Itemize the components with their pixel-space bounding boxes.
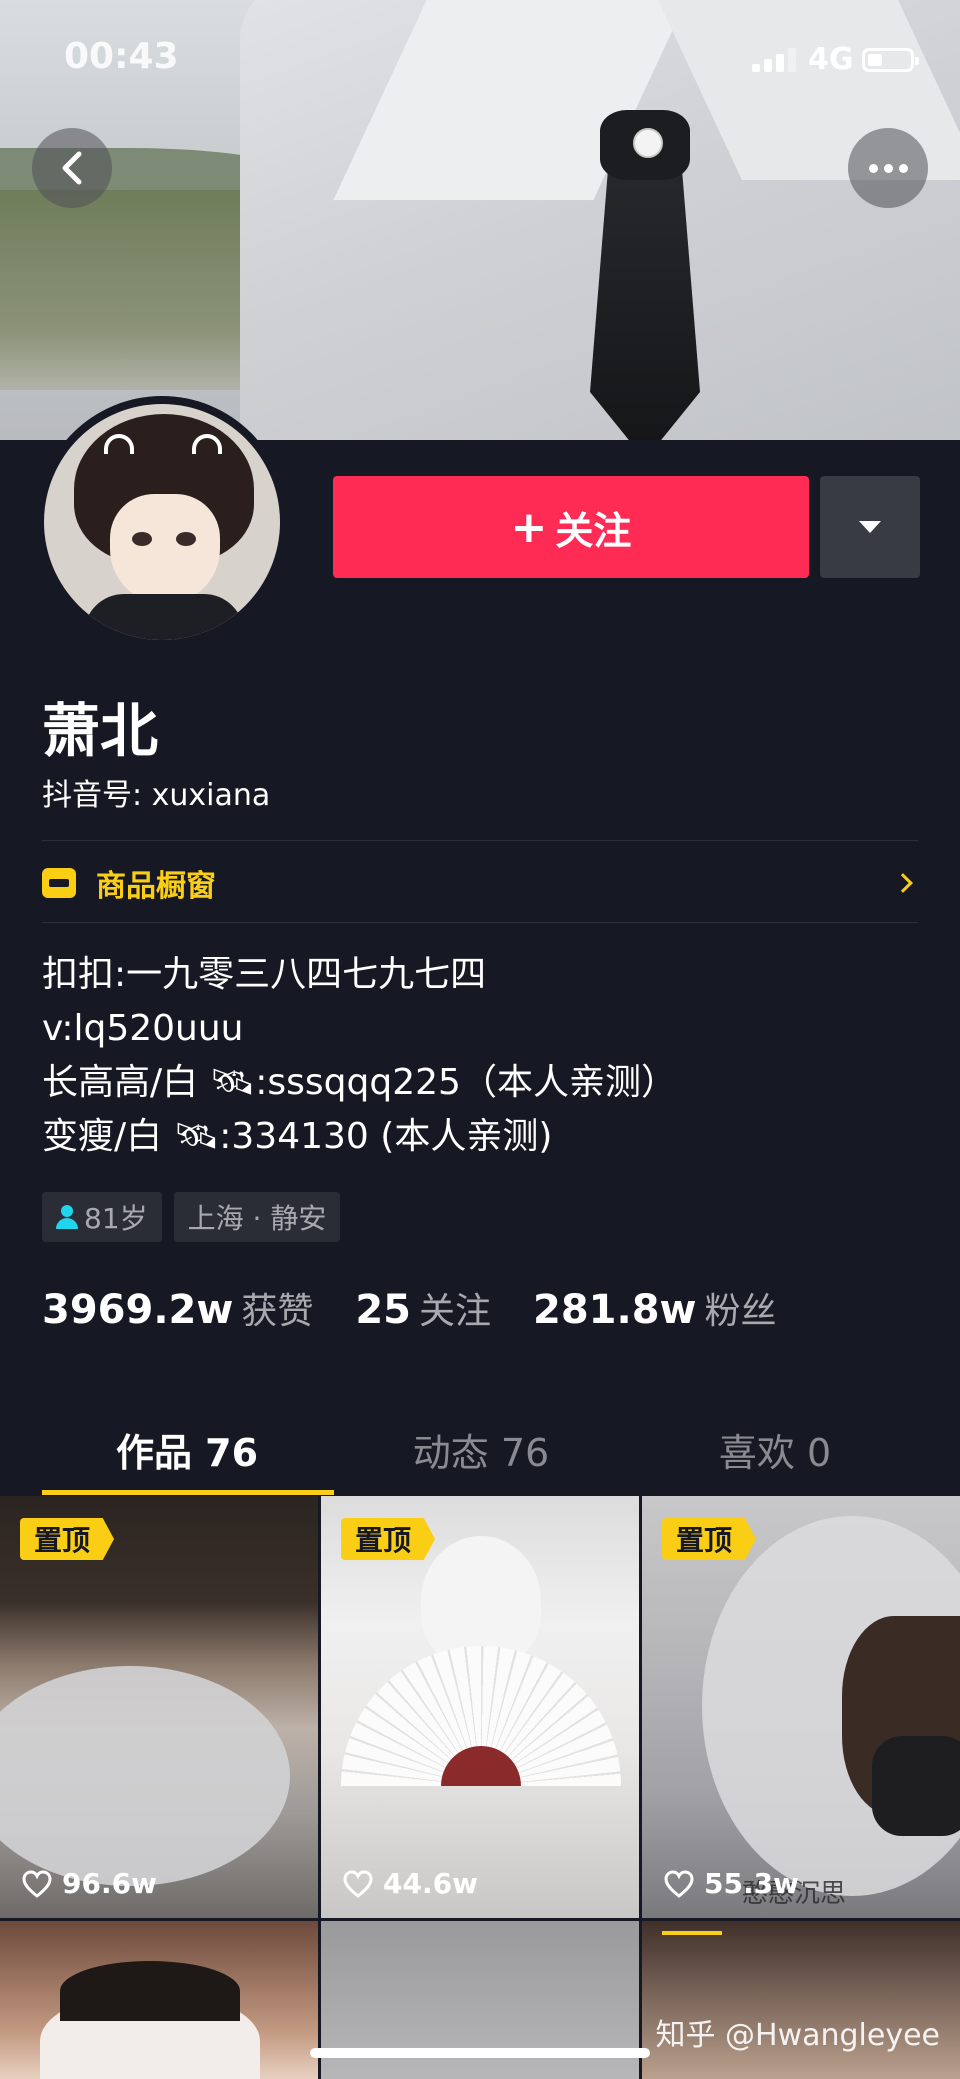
location-tag: 上海 · 静安: [173, 1192, 341, 1242]
bio-line: 长高高/白 🛰:sssqqq225（本人亲测）: [42, 1062, 677, 1103]
video-likes-count: 96.6w: [62, 1867, 157, 1900]
heart-icon: [22, 1869, 52, 1898]
shop-window-row[interactable]: 商品橱窗: [42, 842, 918, 924]
bio-line: 变瘦/白 🛰:334130 (本人亲测): [42, 1116, 553, 1157]
pinned-badge: 置顶: [341, 1518, 436, 1560]
follow-button[interactable]: + 关注: [333, 476, 809, 578]
shop-icon: [42, 868, 76, 898]
video-thumbnail[interactable]: [642, 1921, 960, 2079]
heart-icon: [664, 1869, 694, 1898]
signal-icon: [752, 48, 796, 72]
follow-button-label: 关注: [555, 508, 632, 553]
chevron-right-icon: [893, 873, 913, 893]
tab-works[interactable]: 作品 76: [40, 1404, 334, 1494]
bio-line: v:lq520uuu: [42, 1008, 244, 1049]
stat-followers-label: 粉丝: [704, 1291, 777, 1332]
video-thumbnail[interactable]: 置顶 96.6w: [0, 1496, 318, 1918]
bio: 扣扣:一九零三八四七九七四 v:lq520uuu 长高高/白 🛰:sssqqq2…: [42, 948, 922, 1164]
video-likes-count: 44.6w: [383, 1867, 478, 1900]
profile-stats: 3969.2w 获赞 25 关注 281.8w 粉丝: [42, 1282, 819, 1334]
status-bar: 00:43 4G: [0, 0, 960, 110]
video-likes: 44.6w: [343, 1867, 478, 1900]
recommend-dropdown-button[interactable]: [820, 476, 920, 578]
triangle-down-icon: [859, 521, 881, 533]
content-tabs: 作品 76 动态 76 喜欢 0: [0, 1404, 960, 1494]
plus-icon: +: [510, 501, 548, 553]
video-thumbnail[interactable]: 置顶 憨憨沉思 55.3w: [642, 1496, 960, 1918]
heart-icon: [343, 1869, 373, 1898]
battery-icon: [862, 48, 919, 72]
pinned-badge: 置顶: [662, 1518, 757, 1560]
network-type: 4G: [808, 42, 854, 77]
chevron-left-icon: [62, 151, 82, 185]
tab-activity[interactable]: 动态 76: [334, 1404, 628, 1494]
stat-likes: 3969.2w 获赞: [42, 1282, 313, 1334]
video-likes: 55.3w: [664, 1867, 799, 1900]
video-likes: 96.6w: [22, 1867, 157, 1900]
tab-likes[interactable]: 喜欢 0: [628, 1404, 922, 1494]
divider: [42, 840, 918, 841]
stat-following-label: 关注: [419, 1291, 492, 1332]
stat-likes-num: 3969.2w: [42, 1287, 234, 1333]
stat-following-num: 25: [355, 1287, 411, 1333]
more-dots-icon: [868, 163, 908, 173]
home-indicator[interactable]: [310, 2048, 650, 2058]
video-thumbnail[interactable]: [0, 1921, 318, 2079]
back-button[interactable]: [32, 128, 112, 208]
avatar[interactable]: [44, 404, 280, 640]
age-tag: 81岁: [42, 1192, 162, 1242]
shop-window-label: 商品橱窗: [96, 869, 216, 904]
more-options-button[interactable]: [848, 128, 928, 208]
age-text: 81岁: [84, 1202, 148, 1235]
location-text: 上海 · 静安: [187, 1202, 327, 1235]
douyin-id: 抖音号: xuxiana: [42, 778, 271, 813]
profile-tags: 81岁 上海 · 静安: [42, 1192, 341, 1242]
stat-likes-label: 获赞: [241, 1291, 314, 1332]
stat-followers-num: 281.8w: [533, 1287, 697, 1333]
video-likes-count: 55.3w: [704, 1867, 799, 1900]
video-thumbnail[interactable]: 置顶 44.6w: [321, 1496, 639, 1918]
status-time: 00:43: [64, 36, 179, 77]
stat-followers[interactable]: 281.8w 粉丝: [533, 1282, 777, 1334]
tab-active-indicator: [42, 1490, 334, 1495]
watermark: 知乎 @Hwangleyee: [655, 2018, 940, 2053]
stat-following[interactable]: 25 关注: [355, 1282, 491, 1334]
person-icon: [56, 1205, 78, 1229]
divider: [42, 922, 918, 923]
bio-line: 扣扣:一九零三八四七九七四: [42, 954, 487, 995]
pinned-badge: 置顶: [20, 1518, 115, 1560]
profile-name: 萧北: [42, 697, 159, 765]
